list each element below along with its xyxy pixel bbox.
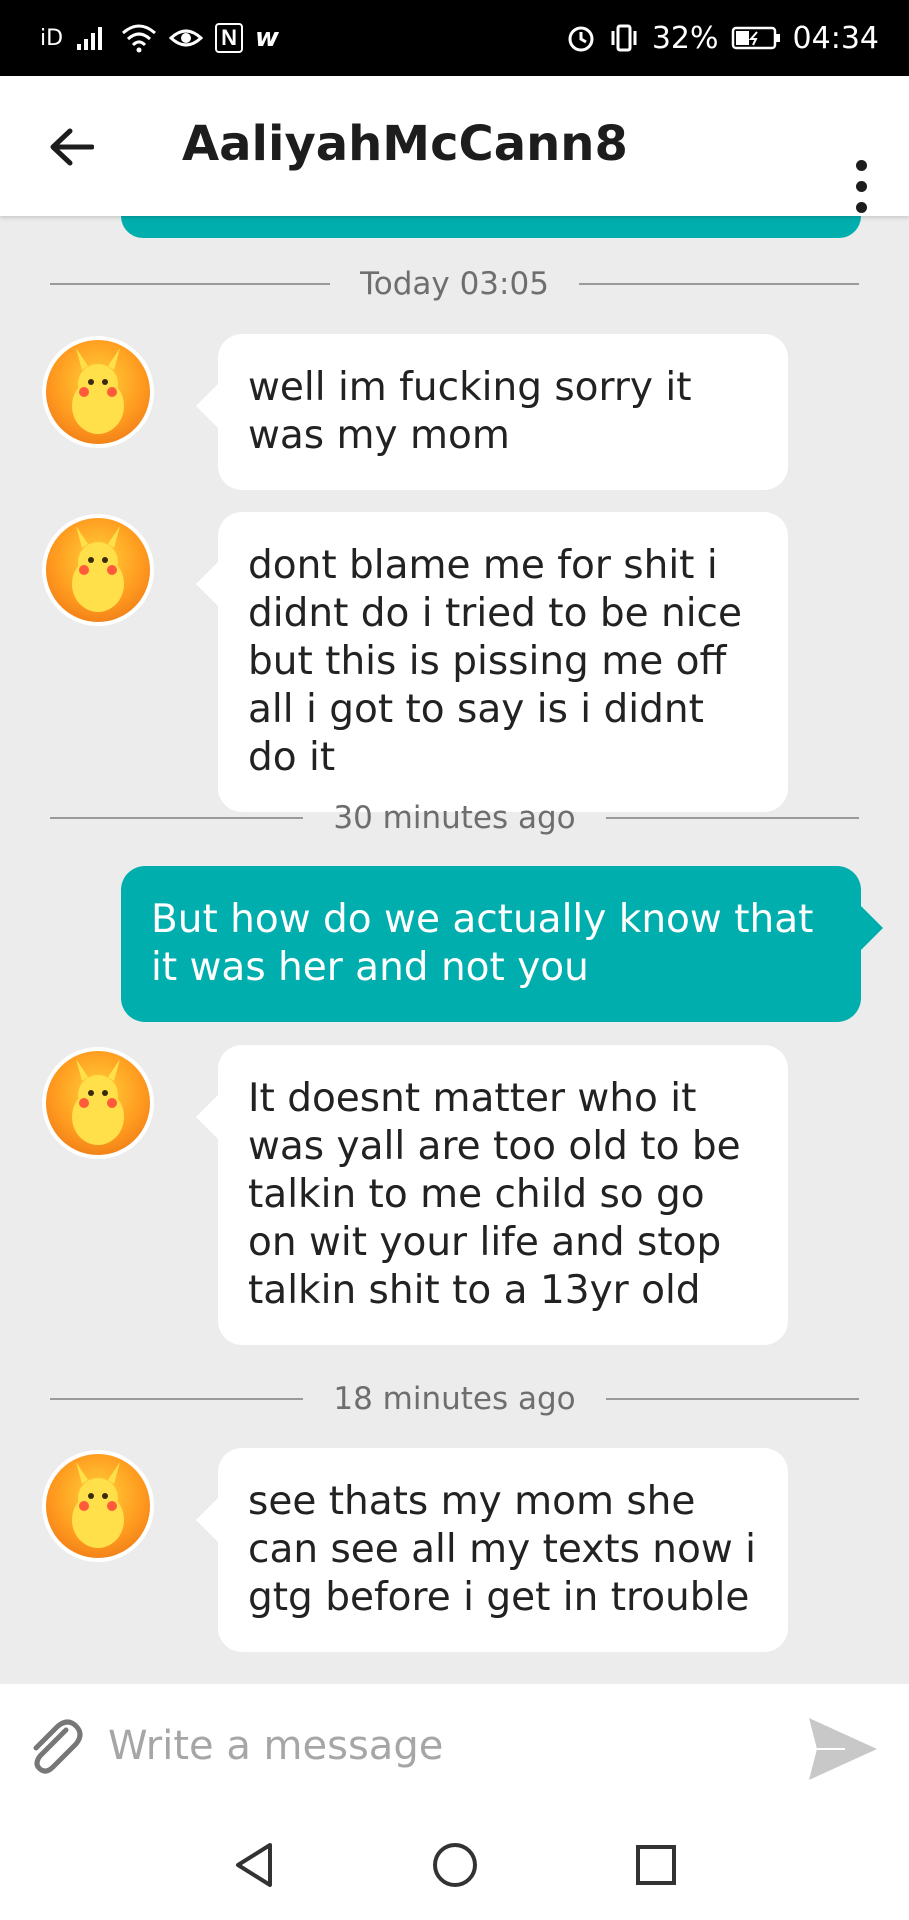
message-text: But how do we actually know that it was … [151, 897, 814, 990]
paperclip-icon [33, 1719, 83, 1774]
app-badge-icon: w [254, 23, 279, 53]
more-options-button[interactable] [841, 146, 881, 226]
separator-line [50, 283, 331, 285]
more-dot [855, 180, 867, 192]
message-text: see thats my mom she can see all my text… [248, 1479, 756, 1620]
chat-header: AaliyahMcCann8 [0, 76, 909, 216]
nfc-icon: N [215, 23, 243, 53]
incoming-message: see thats my mom she can see all my text… [196, 1448, 788, 1652]
signal-icon [77, 27, 103, 50]
system-navigation-bar [0, 1809, 909, 1920]
separator-label: 30 minutes ago [333, 800, 576, 836]
contact-name: AaliyahMcCann8 [182, 116, 628, 172]
arrow-left-icon [50, 128, 94, 166]
date-separator: Today 03:05 [50, 266, 860, 302]
more-vertical-icon [855, 159, 867, 171]
nav-back-button[interactable] [222, 1833, 286, 1897]
incoming-message: well im fucking sorry it was my mom [196, 334, 788, 490]
contact-avatar[interactable] [42, 336, 154, 448]
triangle-back-icon [236, 1843, 272, 1887]
separator-line [50, 1398, 304, 1400]
clock-time: 04:34 [792, 20, 879, 56]
battery-icon [731, 26, 780, 50]
send-icon [809, 1718, 877, 1780]
date-separator: 30 minutes ago [50, 800, 859, 836]
wifi-icon [122, 24, 157, 53]
separator-label: 18 minutes ago [333, 1381, 576, 1417]
separator-line [50, 817, 304, 819]
attach-button[interactable] [22, 1714, 88, 1780]
avatar-image-icon [72, 526, 124, 612]
separator-line [605, 817, 859, 819]
contact-avatar[interactable] [42, 514, 154, 626]
message-text: well im fucking sorry it was my mom [248, 365, 692, 458]
separator-line [605, 1398, 859, 1400]
contact-avatar[interactable] [42, 1450, 154, 1562]
circle-home-icon [433, 1843, 477, 1887]
nav-home-button[interactable] [423, 1833, 487, 1897]
message-composer [0, 1684, 909, 1809]
more-dot [855, 201, 867, 213]
status-bar: iD N w 32% 04:34 [0, 0, 909, 76]
contact-avatar[interactable] [42, 1047, 154, 1159]
separator-label: Today 03:05 [360, 266, 549, 302]
outgoing-message: But how do we actually know that it was … [121, 866, 883, 1022]
vibrate-icon [611, 24, 637, 52]
avatar-image-icon [72, 348, 124, 434]
message-input[interactable] [108, 1710, 768, 1782]
date-separator: 18 minutes ago [50, 1381, 859, 1417]
battery-percent: 32% [651, 20, 719, 56]
avatar-image-icon [72, 1059, 124, 1145]
nfc-label: N [221, 25, 237, 50]
separator-line [578, 283, 860, 285]
nav-recent-button[interactable] [624, 1833, 688, 1897]
square-recent-icon [636, 1845, 676, 1885]
message-text: dont blame me for shit i didnt do i trie… [248, 543, 742, 780]
back-button[interactable] [46, 122, 96, 172]
status-right: 32% 04:34 [566, 21, 879, 56]
status-left: iD N w [40, 23, 279, 53]
incoming-message: dont blame me for shit i didnt do i trie… [196, 512, 788, 812]
send-button[interactable] [805, 1714, 881, 1784]
message-text: It doesnt matter who it was yall are too… [248, 1076, 741, 1313]
incoming-message: It doesnt matter who it was yall are too… [196, 1045, 788, 1345]
alarm-icon [568, 26, 594, 52]
carrier-label: iD [40, 25, 64, 51]
eye-icon [169, 29, 204, 47]
avatar-image-icon [72, 1462, 124, 1548]
